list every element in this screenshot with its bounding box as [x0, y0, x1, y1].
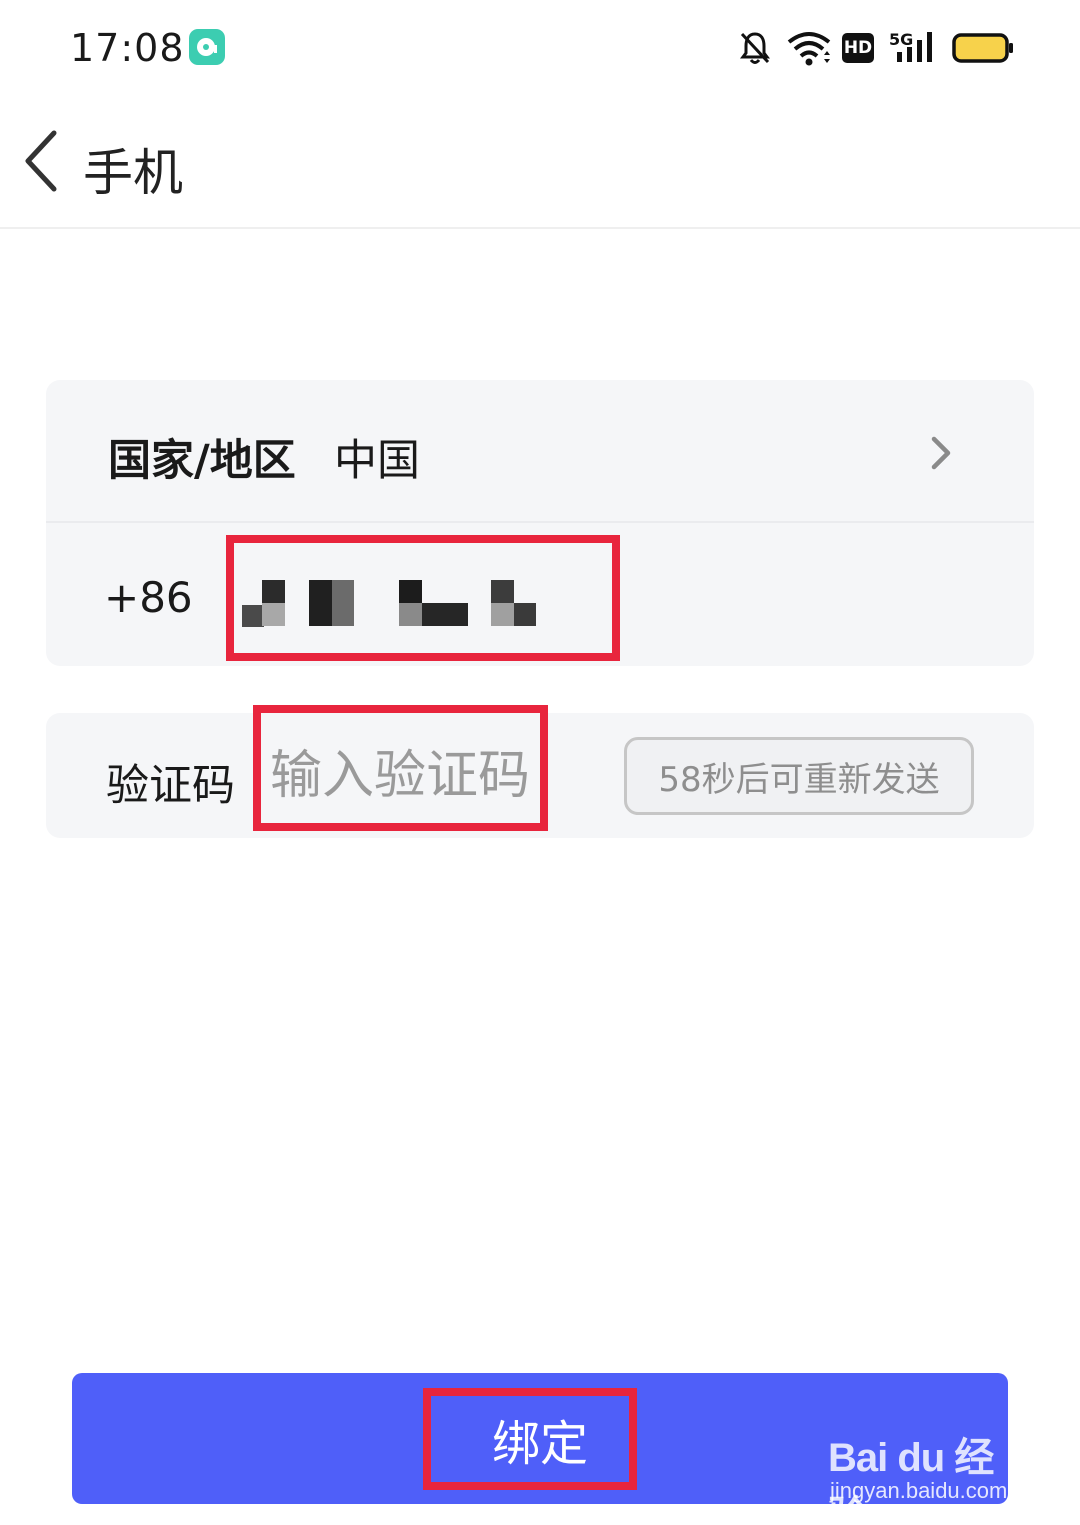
app-notification-icon	[189, 29, 225, 65]
resend-code-button[interactable]: 58秒后可重新发送	[624, 737, 974, 815]
country-label: 国家/地区	[108, 436, 296, 486]
phone-card: 国家/地区 中国 +86	[46, 380, 1034, 666]
status-time: 17:08	[70, 26, 185, 70]
wifi-icon	[787, 32, 831, 66]
bind-button[interactable]: 绑定	[72, 1373, 1008, 1504]
app-header: 手机	[0, 95, 1080, 229]
battery-icon	[952, 33, 1013, 63]
code-input[interactable]	[270, 739, 560, 813]
country-code: +86	[104, 573, 193, 622]
chevron-right-icon	[931, 436, 951, 470]
phone-number-row[interactable]: +86	[46, 523, 1034, 666]
status-bar: 17:08 HD 5G	[0, 0, 1080, 95]
phone-number-redacted[interactable]	[242, 580, 552, 627]
country-value: 中国	[334, 436, 420, 486]
hd-badge: HD	[842, 33, 874, 63]
code-label: 验证码	[106, 761, 235, 811]
page-title: 手机	[83, 144, 183, 202]
chevron-left-icon[interactable]	[18, 127, 66, 195]
network-label: 5G	[889, 30, 913, 49]
bell-mute-icon	[740, 32, 770, 64]
verification-code-card: 验证码 58秒后可重新发送	[46, 713, 1034, 838]
signal-5g-icon: 5G	[889, 30, 932, 62]
country-selector-row[interactable]: 国家/地区 中国	[46, 380, 1034, 523]
